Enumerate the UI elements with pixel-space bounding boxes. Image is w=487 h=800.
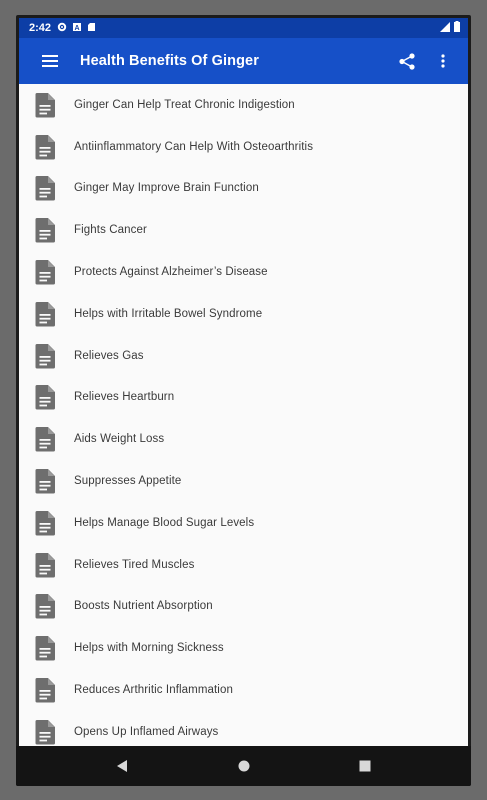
status-bar: 2:42 A	[19, 18, 468, 38]
battery-icon	[454, 21, 460, 35]
list-item-label: Protects Against Alzheimer’s Disease	[74, 266, 268, 279]
document-icon	[35, 343, 55, 369]
list-item-label: Suppresses Appetite	[74, 475, 182, 488]
signal-icon	[440, 21, 450, 35]
page-title: Health Benefits Of Ginger	[80, 53, 259, 69]
list-item[interactable]: Boosts Nutrient Absorption	[19, 586, 468, 628]
list-item-label: Aids Weight Loss	[74, 433, 165, 446]
document-icon	[35, 719, 55, 745]
list-item[interactable]: Relieves Heartburn	[19, 377, 468, 419]
back-icon	[117, 760, 127, 772]
list-item-label: Antiinflammatory Can Help With Osteoarth…	[74, 140, 314, 153]
document-icon	[35, 260, 55, 285]
sd-card-icon	[87, 22, 96, 35]
document-icon	[35, 469, 55, 494]
home-icon	[238, 760, 250, 772]
more-options-button[interactable]	[432, 50, 454, 72]
document-icon	[35, 636, 55, 661]
list-item-label: Reduces Arthritic Inflammation	[74, 684, 233, 697]
document-icon	[35, 134, 55, 160]
list-item[interactable]: Suppresses Appetite	[19, 460, 468, 502]
list-item-label: Helps with Irritable Bowel Syndrome	[74, 307, 263, 320]
list-item[interactable]: Aids Weight Loss	[19, 418, 468, 460]
list-item[interactable]: Relieves Tired Muscles	[19, 544, 468, 586]
home-button[interactable]	[232, 754, 256, 778]
recents-button[interactable]	[353, 754, 377, 778]
list-item-label: Ginger Can Help Treat Chronic Indigestio…	[74, 98, 295, 111]
benefits-list: Ginger Can Help Treat Chronic Indigestio…	[19, 84, 468, 746]
share-icon	[399, 52, 415, 70]
list-item[interactable]: Helps Manage Blood Sugar Levels	[19, 502, 468, 544]
device-frame: 2:42 A Health Benefits Of Ginger Ginger …	[16, 15, 471, 786]
list-item-label: Helps Manage Blood Sugar Levels	[74, 516, 255, 529]
list-item[interactable]: Protects Against Alzheimer’s Disease	[19, 251, 468, 293]
list-item-label: Relieves Tired Muscles	[74, 558, 195, 571]
svg-text:A: A	[75, 25, 80, 32]
more-vert-icon	[441, 54, 445, 68]
hamburger-menu-icon	[42, 55, 58, 67]
document-icon	[35, 427, 55, 452]
list-item[interactable]: Helps with Morning Sickness	[19, 627, 468, 669]
list-item-label: Ginger May Improve Brain Function	[74, 182, 259, 195]
document-icon	[35, 218, 55, 243]
list-item[interactable]: Ginger May Improve Brain Function	[19, 168, 468, 210]
document-icon	[35, 552, 55, 578]
document-icon	[35, 594, 55, 619]
status-time: 2:42	[29, 22, 52, 34]
list-item[interactable]: Helps with Irritable Bowel Syndrome	[19, 293, 468, 335]
document-icon	[35, 176, 55, 201]
document-icon	[35, 510, 55, 536]
notification-icon: A	[72, 22, 82, 35]
list-item[interactable]: Ginger Can Help Treat Chronic Indigestio…	[19, 84, 468, 126]
list-item-label: Boosts Nutrient Absorption	[74, 600, 213, 613]
list-item-label: Helps with Morning Sickness	[74, 642, 224, 655]
list-item[interactable]: Fights Cancer	[19, 209, 468, 251]
list-item-label: Opens Up Inflamed Airways	[74, 725, 219, 738]
content-list-container[interactable]: Ginger Can Help Treat Chronic Indigestio…	[19, 84, 468, 746]
list-item[interactable]: Reduces Arthritic Inflammation	[19, 669, 468, 711]
back-button[interactable]	[110, 754, 134, 778]
list-item-label: Relieves Gas	[74, 349, 144, 362]
list-item-label: Relieves Heartburn	[74, 391, 175, 404]
list-item[interactable]: Relieves Gas	[19, 335, 468, 377]
list-item[interactable]: Antiinflammatory Can Help With Osteoarth…	[19, 126, 468, 168]
menu-button[interactable]	[38, 49, 62, 73]
list-item-label: Fights Cancer	[74, 224, 147, 237]
recents-icon	[359, 760, 371, 772]
navigation-bar	[16, 746, 471, 786]
settings-icon	[57, 22, 67, 35]
document-icon	[35, 301, 55, 327]
document-icon	[35, 385, 55, 410]
document-icon	[35, 678, 55, 703]
document-icon	[35, 92, 55, 118]
app-bar: Health Benefits Of Ginger	[19, 38, 468, 84]
list-item[interactable]: Opens Up Inflamed Airways	[19, 711, 468, 746]
share-button[interactable]	[396, 50, 418, 72]
